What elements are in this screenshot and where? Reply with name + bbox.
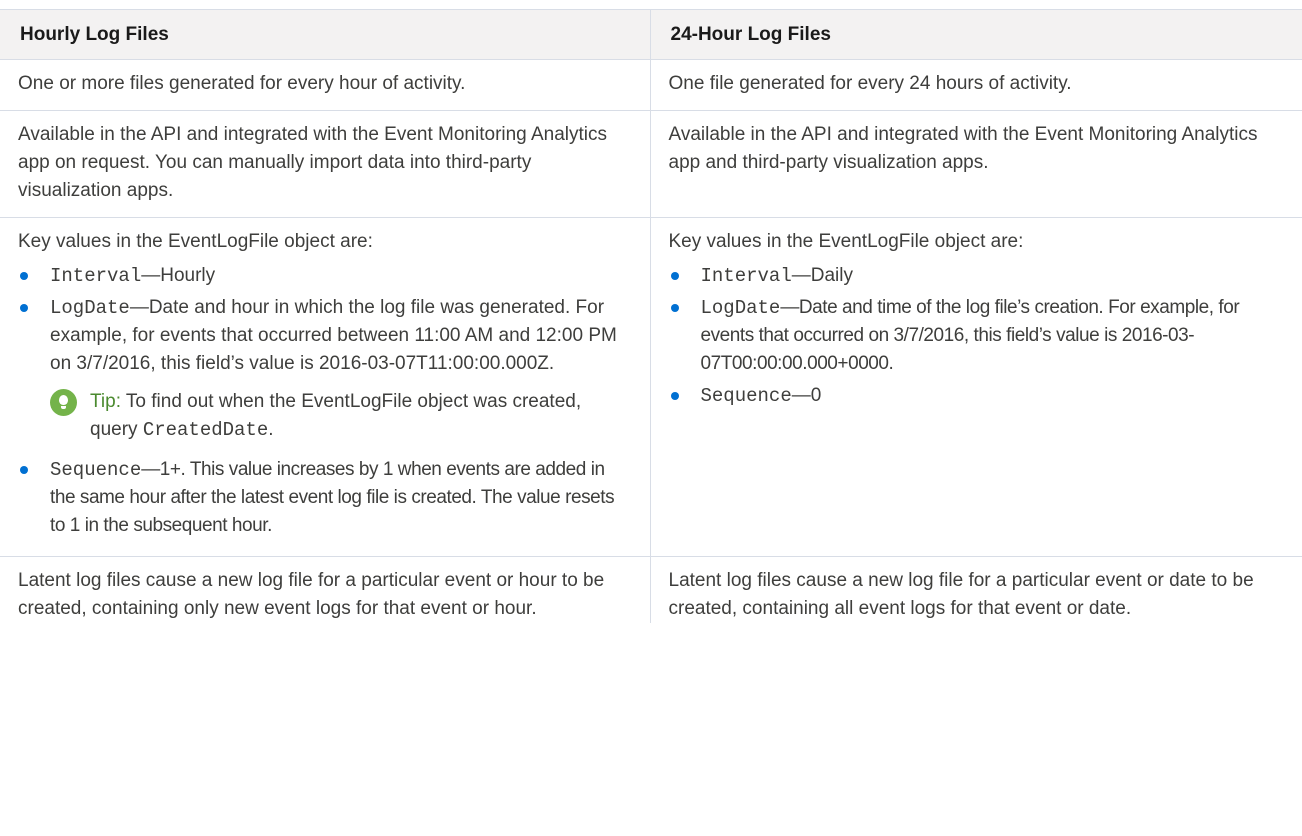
generation-daily: One file generated for every 24 hours of…	[650, 59, 1302, 111]
header-daily: 24-Hour Log Files	[650, 9, 1302, 60]
latent-daily: Latent log files cause a new log file fo…	[668, 570, 1254, 619]
bullet-icon	[20, 466, 28, 474]
logdate-field: LogDate	[700, 297, 781, 319]
interval-value: —Daily	[791, 265, 853, 286]
generation-hourly: One or more files generated for every ho…	[0, 59, 651, 111]
lightbulb-icon	[50, 389, 77, 416]
tip-end: .	[268, 419, 274, 440]
log-files-comparison-table: Hourly Log Files 24-Hour Log Files One o…	[0, 9, 1302, 623]
logdate-value: —Date and hour in which the log file was…	[50, 297, 617, 374]
key-values-intro: Key values in the EventLogFile object ar…	[18, 231, 373, 252]
bullet-icon	[670, 392, 679, 400]
interval-field: Interval	[700, 265, 792, 287]
table-row: One or more files generated for every ho…	[0, 59, 1302, 111]
interval-field: Interval	[50, 265, 142, 287]
daily-key-values-list: Interval—Daily LogDate—Date and time of …	[669, 262, 1285, 410]
availability-hourly: Available in the API and integrated with…	[0, 110, 651, 218]
bullet-icon	[20, 304, 28, 312]
key-values-daily: Key values in the EventLogFile object ar…	[650, 217, 1302, 557]
logdate-value: —Date and time of the log file’s creatio…	[700, 297, 1240, 374]
tip-code: CreatedDate	[142, 419, 269, 441]
list-item: Interval—Hourly	[18, 262, 632, 290]
interval-value: —Hourly	[141, 265, 216, 286]
availability-daily: Available in the API and integrated with…	[650, 110, 1302, 218]
header-row: Hourly Log Files 24-Hour Log Files	[0, 9, 1302, 60]
latent-hourly: Latent log files cause a new log file fo…	[0, 556, 651, 623]
list-item: Sequence—0	[669, 382, 1285, 410]
list-item: Interval—Daily	[669, 262, 1285, 290]
tip-note: Tip: To find out when the EventLogFile o…	[50, 388, 632, 444]
tip-label: Tip:	[90, 391, 121, 412]
table-row: Key values in the EventLogFile object ar…	[0, 217, 1302, 557]
table-row: Latent log files cause a new log file fo…	[0, 556, 1302, 623]
sequence-field: Sequence	[700, 385, 792, 407]
key-values-hourly: Key values in the EventLogFile object ar…	[0, 217, 651, 557]
list-item: LogDate—Date and hour in which the log f…	[18, 294, 632, 444]
sequence-value: —0	[791, 385, 822, 406]
key-values-intro: Key values in the EventLogFile object ar…	[668, 231, 1024, 252]
bullet-icon	[20, 272, 28, 280]
list-item: LogDate—Date and time of the log file’s …	[669, 294, 1285, 378]
bullet-icon	[670, 304, 679, 312]
sequence-field: Sequence	[50, 459, 142, 481]
table-row: Available in the API and integrated with…	[0, 110, 1302, 218]
list-item: Sequence—1+. This value increases by 1 w…	[18, 456, 632, 540]
logdate-field: LogDate	[50, 297, 130, 319]
header-hourly: Hourly Log Files	[0, 9, 651, 60]
bullet-icon	[670, 272, 679, 280]
hourly-key-values-list: Interval—Hourly LogDate—Date and hour in…	[18, 262, 632, 540]
